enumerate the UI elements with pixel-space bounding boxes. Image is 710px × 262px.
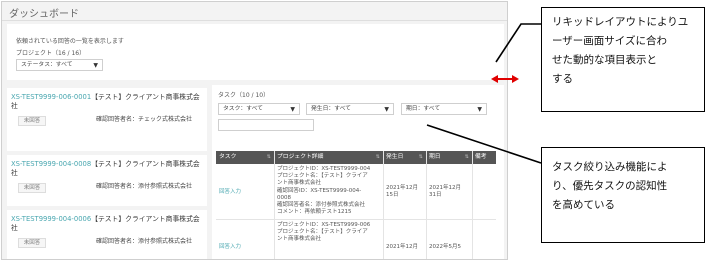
liquid-layout-callout: リキッドレイアウトによりユ ーザー画面サイズに合わ せた動的な項目表示と する (541, 7, 705, 112)
dashboard-screenshot: ダッシュボード 依頼されている回答の一覧を表示します プロジェクト（16 / 1… (1, 1, 508, 260)
task-type-filter-value: タスク：すべて (223, 106, 263, 112)
status-filter-value: ステータス：すべて (21, 62, 73, 68)
respondent-name: 確認回答者名：添付参照式株式会社 (96, 238, 193, 245)
project-card[interactable]: XS-TEST9999-004-0006【テスト】クライアント商事株式会社 未回… (7, 210, 207, 259)
sort-icon: ⇅ (464, 154, 469, 160)
task-due-date: 2022年5月5 (429, 244, 461, 250)
page-description: 依頼されている回答の一覧を表示します (16, 38, 124, 45)
chevron-down-icon: ▼ (477, 106, 482, 113)
status-badge: 未回答 (18, 238, 46, 248)
task-filter-callout: タスク絞り込み機能によ り、優先タスクの認知性 を高めている (541, 147, 705, 243)
respondent-name: 確認回答者名：添付参照式株式会社 (96, 183, 193, 190)
callout-line: リキッドレイアウトによりユ (552, 16, 689, 28)
date-line: 15日 (386, 192, 399, 199)
task-project-details: プロジェクトID：XS-TEST9999-004 プロジェクト名：【テスト】クラ… (274, 166, 383, 216)
occurred-date-filter-value: 発生日：すべて (311, 106, 351, 112)
project-card[interactable]: XS-TEST9999-004-0008【テスト】クライアント商事株式会社 未回… (7, 155, 207, 206)
task-type-filter-select[interactable]: タスク：すべて ▼ (218, 103, 300, 115)
respondent-name: 確認回答者名：チェック式株式会社 (96, 116, 193, 123)
task-count: タスク（10 / 10） (218, 92, 270, 99)
column-header-details[interactable]: プロジェクト詳細 ⇅ (274, 151, 383, 164)
detail-line: 確認回答ID：XS-TEST9999-004- (277, 187, 362, 194)
callout-line: タスク絞り込み機能によ (552, 161, 668, 173)
chevron-down-icon: ▼ (384, 106, 389, 113)
project-id-link[interactable]: XS-TEST9999-004-0008 (11, 160, 91, 168)
task-link[interactable]: 回答入力 (216, 189, 274, 196)
callout-line: ーザー画面サイズに合わ (552, 35, 667, 47)
status-badge: 未回答 (18, 116, 46, 126)
sort-icon: ⇅ (418, 154, 423, 160)
project-summary-card: 依頼されている回答の一覧を表示します プロジェクト（16 / 16） ステータス… (7, 24, 504, 80)
project-title: XS-TEST9999-006-0001【テスト】クライアント商事株式会社 (11, 93, 203, 111)
page-title: ダッシュボード (9, 9, 79, 20)
due-date-filter-value: 期日：すべて (406, 106, 441, 112)
task-due-date: 2021年12月 31日 (426, 185, 472, 199)
column-header-note[interactable]: 備考 (472, 151, 496, 164)
column-header-due[interactable]: 期日 ⇅ (426, 151, 472, 164)
project-title: XS-TEST9999-004-0008【テスト】クライアント商事株式会社 (11, 160, 203, 178)
detail-line: ント商事株式会社 (277, 180, 322, 187)
detail-line: ント商事株式会社 (277, 236, 322, 243)
sort-icon: ⇅ (375, 154, 380, 160)
chevron-down-icon: ▼ (93, 62, 98, 69)
task-search-input[interactable] (218, 119, 314, 131)
column-header-task[interactable]: タスク ⇅ (216, 151, 274, 164)
task-link[interactable]: 回答入力 (216, 244, 274, 251)
column-divider (472, 151, 473, 259)
detail-line: コメント：再依頼テスト1215 (277, 209, 352, 216)
callout-line: せた動的な項目表示と (552, 54, 657, 66)
task-panel: タスク（10 / 10） タスク：すべて ▼ 発生日：すべて ▼ 期日：すべて … (212, 85, 504, 259)
title-divider (2, 20, 507, 21)
chevron-down-icon: ▼ (290, 106, 295, 113)
row-divider (216, 219, 496, 220)
status-filter-select[interactable]: ステータス：すべて ▼ (16, 59, 103, 71)
table-header: タスク ⇅ プロジェクト詳細 ⇅ 発生日 ⇅ 期日 ⇅ 備考 (216, 151, 496, 164)
detail-line: 0008 (277, 194, 291, 201)
task-project-details: プロジェクトID：XS-TEST9999-006 プロジェクト名：【テスト】クラ… (274, 222, 383, 244)
project-card[interactable]: XS-TEST9999-006-0001【テスト】クライアント商事株式会社 未回… (7, 88, 207, 151)
occurred-date-filter-select[interactable]: 発生日：すべて ▼ (306, 103, 394, 115)
project-count: プロジェクト（16 / 16） (16, 50, 86, 57)
column-header-occurred[interactable]: 発生日 ⇅ (383, 151, 426, 164)
sort-icon: ⇅ (266, 154, 271, 160)
due-date-filter-select[interactable]: 期日：すべて ▼ (401, 103, 487, 115)
date-line: 31日 (429, 192, 442, 199)
status-badge: 未回答 (18, 183, 46, 193)
project-id-link[interactable]: XS-TEST9999-006-0001 (11, 93, 91, 101)
task-occurred-date: 2021年12月 (386, 244, 418, 250)
project-title: XS-TEST9999-004-0006【テスト】クライアント商事株式会社 (11, 215, 203, 233)
task-occurred-date: 2021年12月 15日 (383, 185, 426, 199)
callout-line: する (552, 73, 573, 85)
callout-line: り、優先タスクの認知性 (552, 180, 668, 192)
project-id-link[interactable]: XS-TEST9999-004-0006 (11, 215, 91, 223)
callout-line: を高めている (552, 199, 615, 211)
